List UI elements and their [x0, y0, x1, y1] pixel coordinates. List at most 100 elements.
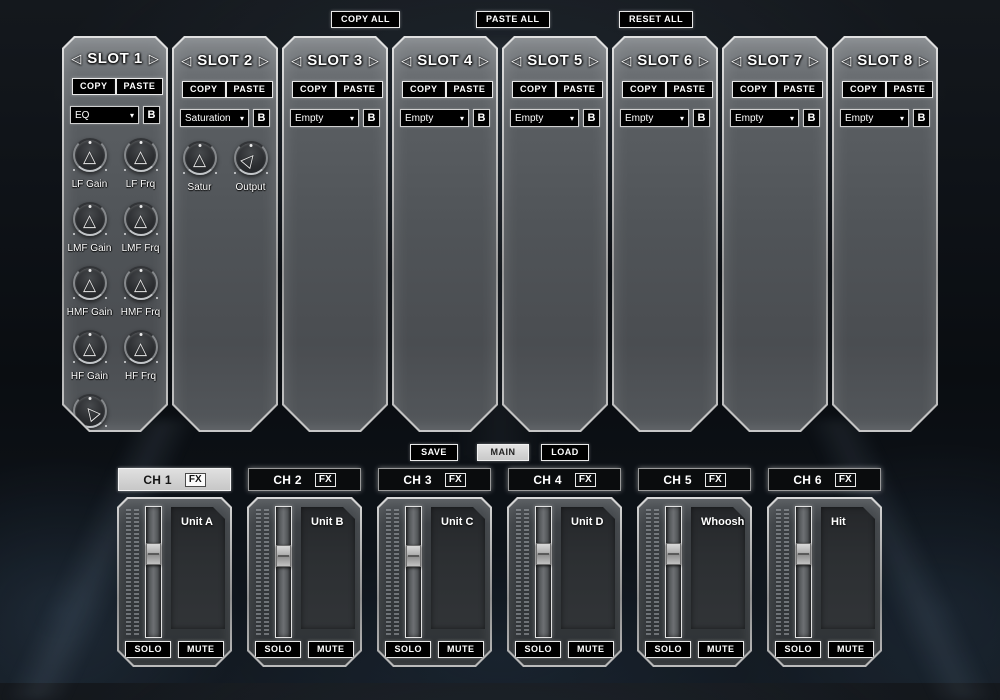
- volume-fader[interactable]: [275, 506, 292, 638]
- channel-tab[interactable]: CH 3 FX: [378, 468, 491, 491]
- solo-button[interactable]: SOLO: [125, 641, 171, 658]
- volume-fader[interactable]: [795, 506, 812, 638]
- effect-select[interactable]: Empty ▾: [400, 109, 469, 127]
- slot-paste-button[interactable]: PASTE: [336, 81, 384, 98]
- fader-handle[interactable]: [666, 543, 681, 565]
- channel-tab[interactable]: CH 1 FX: [118, 468, 231, 491]
- slot-next-arrow-icon[interactable]: ▷: [259, 54, 269, 67]
- slot-next-arrow-icon[interactable]: ▷: [589, 54, 599, 67]
- channel-tab[interactable]: CH 6 FX: [768, 468, 881, 491]
- slot-prev-arrow-icon[interactable]: ◁: [621, 54, 631, 67]
- volume-fader[interactable]: [665, 506, 682, 638]
- bypass-button[interactable]: B: [803, 109, 820, 127]
- knob[interactable]: △: [124, 202, 158, 236]
- effect-select[interactable]: Empty ▾: [620, 109, 689, 127]
- save-button[interactable]: SAVE: [410, 444, 458, 461]
- slot-next-arrow-icon[interactable]: ▷: [699, 54, 709, 67]
- effect-select[interactable]: Empty ▾: [840, 109, 909, 127]
- volume-fader[interactable]: [405, 506, 422, 638]
- bypass-button[interactable]: B: [363, 109, 380, 127]
- channel-fx-button[interactable]: FX: [445, 473, 466, 487]
- mute-button[interactable]: MUTE: [178, 641, 224, 658]
- slot-prev-arrow-icon[interactable]: ◁: [71, 52, 81, 65]
- solo-button[interactable]: SOLO: [255, 641, 301, 658]
- knob[interactable]: △: [73, 138, 107, 172]
- fader-handle[interactable]: [796, 543, 811, 565]
- knob[interactable]: △: [183, 141, 217, 175]
- bypass-button[interactable]: B: [583, 109, 600, 127]
- slot-next-arrow-icon[interactable]: ▷: [479, 54, 489, 67]
- channel-fx-button[interactable]: FX: [185, 473, 206, 487]
- slot-copy-button[interactable]: COPY: [732, 81, 776, 98]
- slot-paste-button[interactable]: PASTE: [666, 81, 714, 98]
- knob[interactable]: △: [73, 330, 107, 364]
- paste-all-button[interactable]: PASTE ALL: [476, 11, 550, 28]
- effect-select[interactable]: EQ ▾: [70, 106, 139, 124]
- slot-prev-arrow-icon[interactable]: ◁: [841, 54, 851, 67]
- slot-next-arrow-icon[interactable]: ▷: [809, 54, 819, 67]
- effect-select[interactable]: Empty ▾: [290, 109, 359, 127]
- solo-button[interactable]: SOLO: [775, 641, 821, 658]
- slot-copy-button[interactable]: COPY: [182, 81, 226, 98]
- slot-copy-button[interactable]: COPY: [622, 81, 666, 98]
- knob[interactable]: △: [124, 138, 158, 172]
- channel-tab[interactable]: CH 4 FX: [508, 468, 621, 491]
- mute-button[interactable]: MUTE: [698, 641, 744, 658]
- slot-paste-button[interactable]: PASTE: [776, 81, 824, 98]
- slot-prev-arrow-icon[interactable]: ◁: [731, 54, 741, 67]
- slot-next-arrow-icon[interactable]: ▷: [369, 54, 379, 67]
- knob[interactable]: △: [73, 202, 107, 236]
- knob[interactable]: △: [124, 266, 158, 300]
- knob[interactable]: △: [234, 141, 268, 175]
- solo-button[interactable]: SOLO: [385, 641, 431, 658]
- slot-paste-button[interactable]: PASTE: [226, 81, 274, 98]
- bypass-button[interactable]: B: [143, 106, 160, 124]
- slot-copy-button[interactable]: COPY: [292, 81, 336, 98]
- slot-paste-button[interactable]: PASTE: [446, 81, 494, 98]
- solo-button[interactable]: SOLO: [645, 641, 691, 658]
- channel-tab[interactable]: CH 5 FX: [638, 468, 751, 491]
- load-button[interactable]: LOAD: [541, 444, 589, 461]
- slot-paste-button[interactable]: PASTE: [116, 78, 164, 95]
- fader-handle[interactable]: [406, 545, 421, 567]
- bypass-button[interactable]: B: [913, 109, 930, 127]
- fader-handle[interactable]: [536, 543, 551, 565]
- channel-fx-button[interactable]: FX: [835, 473, 856, 487]
- volume-fader[interactable]: [145, 506, 162, 638]
- slot-paste-button[interactable]: PASTE: [556, 81, 604, 98]
- knob[interactable]: △: [73, 266, 107, 300]
- copy-all-button[interactable]: COPY ALL: [331, 11, 400, 28]
- slot-copy-button[interactable]: COPY: [72, 78, 116, 95]
- effect-select[interactable]: Empty ▾: [510, 109, 579, 127]
- slot-paste-button[interactable]: PASTE: [886, 81, 934, 98]
- mute-button[interactable]: MUTE: [308, 641, 354, 658]
- channel-fx-button[interactable]: FX: [315, 473, 336, 487]
- slot-prev-arrow-icon[interactable]: ◁: [181, 54, 191, 67]
- mute-button[interactable]: MUTE: [568, 641, 614, 658]
- fader-handle[interactable]: [146, 543, 161, 565]
- slot-next-arrow-icon[interactable]: ▷: [919, 54, 929, 67]
- bypass-button[interactable]: B: [473, 109, 490, 127]
- channel-tab[interactable]: CH 2 FX: [248, 468, 361, 491]
- channel-fx-button[interactable]: FX: [705, 473, 726, 487]
- slot-copy-button[interactable]: COPY: [402, 81, 446, 98]
- channel-fx-button[interactable]: FX: [575, 473, 596, 487]
- knob[interactable]: △: [124, 330, 158, 364]
- reset-all-button[interactable]: RESET ALL: [619, 11, 693, 28]
- bypass-button[interactable]: B: [693, 109, 710, 127]
- mute-button[interactable]: MUTE: [438, 641, 484, 658]
- slot-prev-arrow-icon[interactable]: ◁: [401, 54, 411, 67]
- slot-copy-button[interactable]: COPY: [842, 81, 886, 98]
- slot-next-arrow-icon[interactable]: ▷: [149, 52, 159, 65]
- fader-handle[interactable]: [276, 545, 291, 567]
- volume-fader[interactable]: [535, 506, 552, 638]
- effect-select[interactable]: Empty ▾: [730, 109, 799, 127]
- mute-button[interactable]: MUTE: [828, 641, 874, 658]
- slot-prev-arrow-icon[interactable]: ◁: [511, 54, 521, 67]
- bypass-button[interactable]: B: [253, 109, 270, 127]
- slot-copy-button[interactable]: COPY: [512, 81, 556, 98]
- slot-prev-arrow-icon[interactable]: ◁: [291, 54, 301, 67]
- main-tab-button[interactable]: MAIN: [477, 444, 529, 461]
- effect-select[interactable]: Saturation ▾: [180, 109, 249, 127]
- solo-button[interactable]: SOLO: [515, 641, 561, 658]
